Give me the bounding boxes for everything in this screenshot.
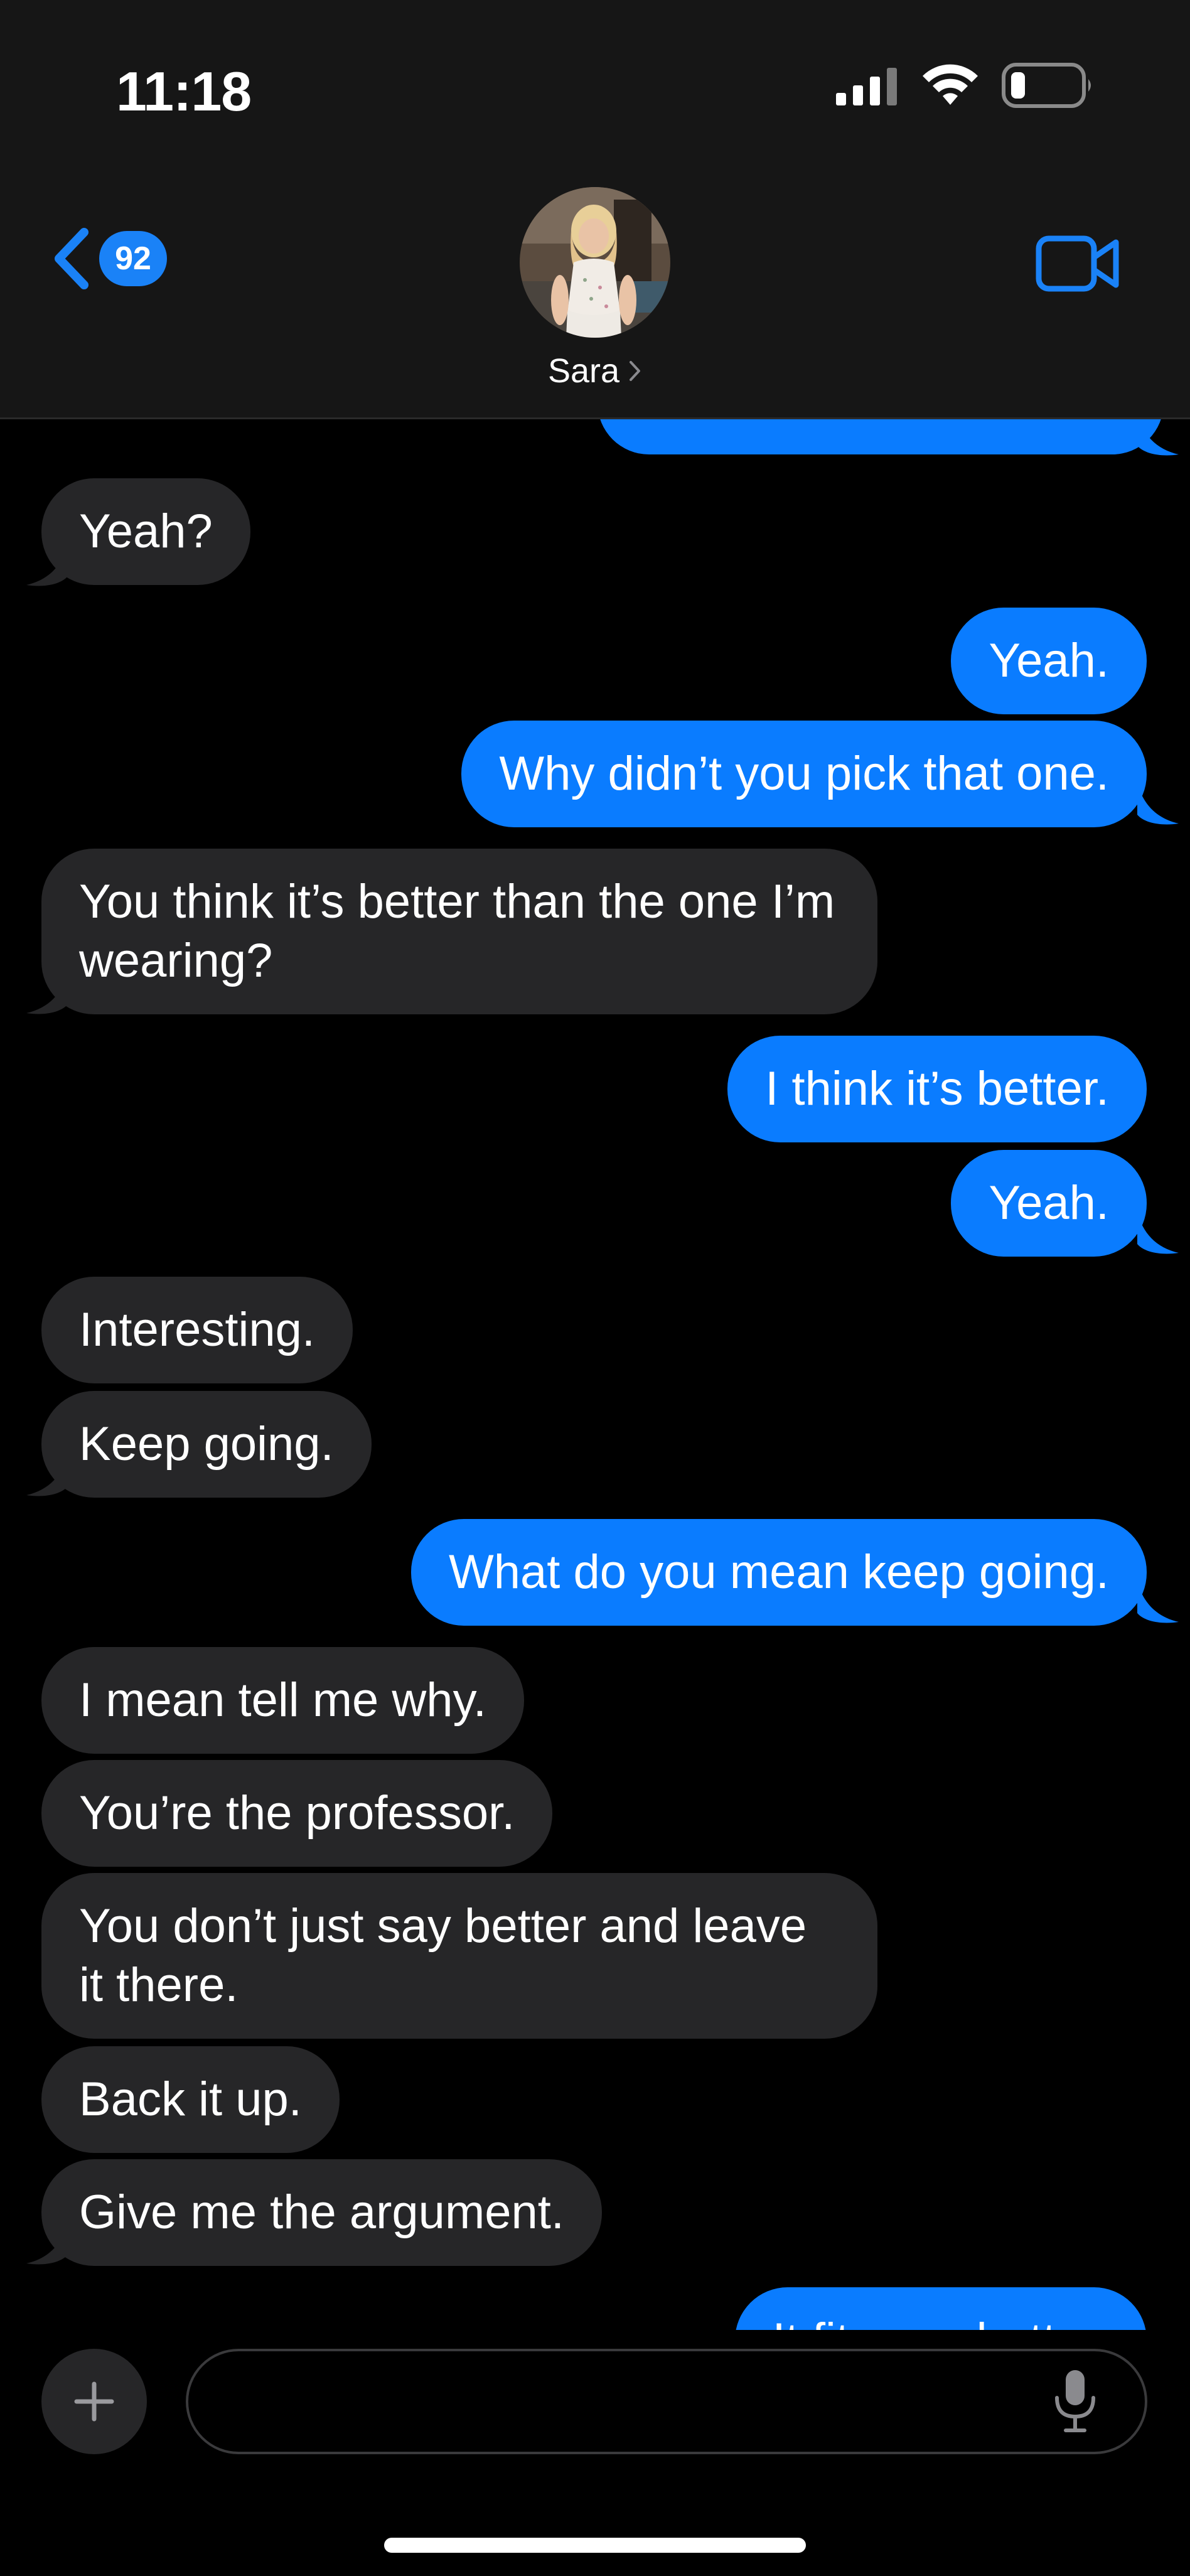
bubble-tail	[1137, 782, 1179, 825]
message-bubble-outgoing[interactable]: What do you mean keep going.	[410, 1519, 1147, 1626]
microphone-icon	[1055, 2370, 1095, 2432]
add-attachment-button[interactable]	[41, 2349, 147, 2454]
messages-screen: Yeah? Yeah. Why didn’t you pick that one…	[0, 0, 1190, 2576]
unread-count-badge: 92	[99, 231, 167, 286]
conversation-header: 11:18 92 Sara	[0, 0, 1190, 419]
cellular-signal-icon	[836, 68, 897, 105]
message-bubble-outgoing[interactable]: I think it’s better.	[727, 1036, 1147, 1142]
bubble-tail	[1137, 413, 1179, 456]
message-bubble-outgoing[interactable]: Yeah.	[951, 608, 1147, 714]
message-bubble-outgoing[interactable]: Why didn’t you pick that one.	[461, 721, 1147, 827]
message-bubble-outgoing[interactable]: It fits you better.	[734, 2287, 1147, 2330]
message-bubble-incoming[interactable]: You’re the professor.	[41, 1760, 553, 1867]
message-bubble-incoming[interactable]: You think it’s better than the one I’m w…	[41, 849, 877, 1014]
status-bar-time: 11:18	[116, 60, 252, 122]
message-bubble-incoming[interactable]: Keep going.	[41, 1391, 372, 1498]
contact-name-button[interactable]: Sara	[0, 352, 1190, 390]
message-bubble-incoming[interactable]: Yeah?	[41, 478, 250, 585]
bubble-tail	[26, 544, 68, 586]
wifi-icon	[923, 64, 978, 105]
contact-avatar[interactable]	[520, 187, 670, 338]
dictation-button[interactable]	[1053, 2369, 1097, 2437]
plus-icon	[74, 2381, 114, 2422]
bubble-tail	[26, 972, 68, 1014]
bubble-tail	[1137, 1211, 1179, 1254]
message-bubble-incoming[interactable]: Give me the argument.	[41, 2159, 603, 2266]
avatar-photo	[520, 187, 670, 338]
chevron-right-icon	[630, 361, 641, 381]
video-camera-icon	[1036, 235, 1119, 292]
chevron-left-icon	[55, 228, 88, 289]
message-bubble-incoming[interactable]: I mean tell me why.	[41, 1647, 525, 1754]
bubble-tail	[26, 2222, 68, 2265]
status-bar-icons	[836, 63, 1095, 108]
message-bubble-outgoing[interactable]: Yeah.	[951, 1150, 1147, 1257]
video-call-button[interactable]	[1036, 233, 1121, 297]
battery-icon	[1002, 63, 1091, 108]
home-indicator[interactable]	[384, 2538, 806, 2553]
bubble-tail	[26, 1454, 68, 1496]
message-bubble-incoming[interactable]: Interesting.	[41, 1277, 353, 1383]
contact-name: Sara	[547, 352, 620, 390]
message-bubble-incoming[interactable]: You don’t just say better and leave it t…	[41, 1873, 877, 2039]
message-bubble-incoming[interactable]: Back it up.	[41, 2046, 340, 2153]
bubble-tail	[1137, 1580, 1179, 1623]
message-input[interactable]	[186, 2349, 1147, 2454]
back-button[interactable]: 92	[49, 227, 167, 290]
